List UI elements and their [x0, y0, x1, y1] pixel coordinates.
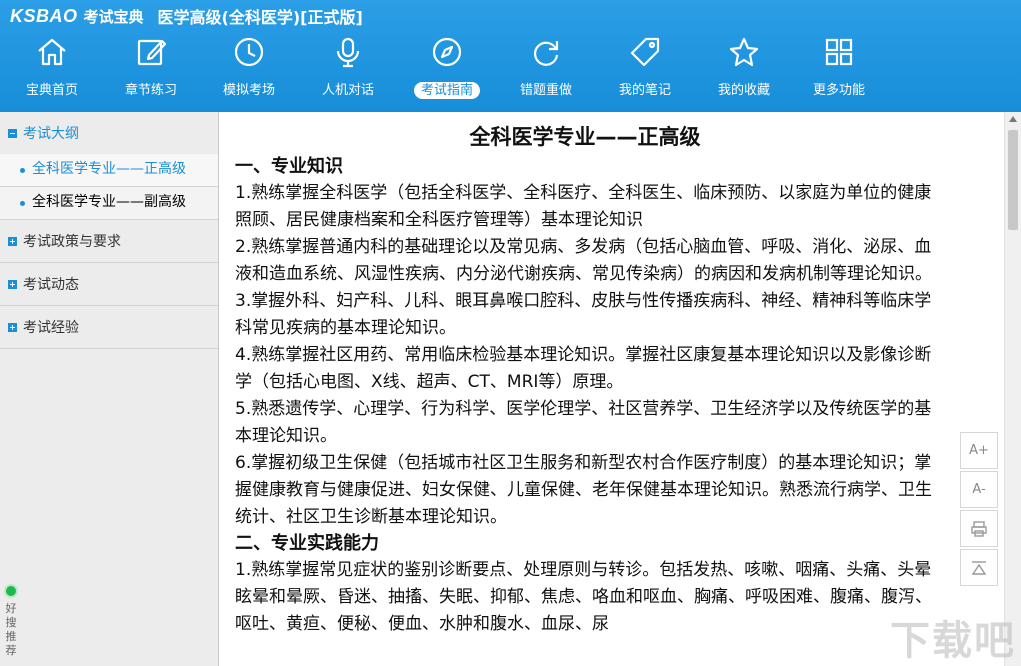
scroll-thumb[interactable] — [1008, 130, 1018, 230]
sidebar-section-outline[interactable]: 考试大纲 — [0, 112, 218, 154]
microphone-icon — [332, 36, 364, 70]
font-decrease-button[interactable]: A- — [960, 471, 998, 508]
sidebar-item-label: 全科医学专业——正高级 — [32, 161, 186, 177]
sidebar-section-news[interactable]: 考试动态 — [0, 263, 218, 306]
font-increase-button[interactable]: A+ — [960, 432, 998, 469]
home-icon — [36, 36, 68, 70]
sidebar-section-label: 考试大纲 — [23, 126, 79, 142]
grid-icon — [823, 36, 855, 70]
reader-tools: A+ A- — [960, 432, 998, 588]
sidebar-section-label: 考试动态 — [23, 277, 79, 293]
paragraph: 3.掌握外科、妇产科、儿科、眼耳鼻喉口腔科、皮肤与性传播疾病科、神经、精神科等临… — [235, 291, 932, 338]
scroll-up-icon[interactable] — [1009, 116, 1017, 122]
to-top-icon — [971, 560, 987, 575]
nav-label: 考试指南 — [397, 82, 497, 100]
star-icon — [728, 36, 760, 70]
nav-label: 我的收藏 — [717, 83, 770, 98]
haosou-recommend-badge[interactable]: 好搜推荐 — [2, 578, 20, 666]
article: 全科医学专业——正高级 一、专业知识 1.熟练掌握全科医学（包括全科医学、全科医… — [235, 122, 935, 638]
status-dot-icon — [4, 584, 18, 598]
compass-icon — [431, 36, 463, 70]
nav-label: 更多功能 — [812, 83, 865, 98]
nav-mock-exam[interactable]: 模拟考场 — [199, 32, 299, 106]
nav-home[interactable]: 宝典首页 — [2, 32, 102, 106]
nav-label: 模拟考场 — [222, 83, 275, 98]
edit-icon — [135, 36, 167, 70]
watermark-logo: 下载吧 — [890, 618, 1016, 664]
paragraph: 4.熟练掌握社区用药、常用临床检验基本理论知识。掌握社区康复基本理论知识以及影像… — [235, 345, 932, 392]
title-bar: KSBAO 考试宝典 医学高级(全科医学)[正式版] — [10, 4, 363, 28]
nav-label: 章节练习 — [124, 83, 177, 98]
clock-icon — [233, 36, 265, 70]
expand-icon — [8, 279, 17, 289]
sidebar-item-senior-full[interactable]: 全科医学专业——正高级 — [0, 154, 218, 187]
sidebar-section-label: 考试经验 — [23, 320, 79, 336]
expand-icon — [8, 322, 17, 332]
sidebar-section-experience[interactable]: 考试经验 — [0, 306, 218, 349]
sidebar-item-label: 全科医学专业——副高级 — [32, 194, 186, 210]
sidebar: 考试大纲 全科医学专业——正高级 全科医学专业——副高级 考试政策与要求 考试动… — [0, 112, 219, 666]
printer-icon — [971, 520, 987, 537]
paragraph: 1.熟练掌握常见症状的鉴别诊断要点、处理原则与转诊。包括发热、咳嗽、咽痛、头痛、… — [235, 560, 932, 634]
paragraph: 5.熟悉遗传学、心理学、行为科学、医学伦理学、社区营养学、卫生经济学以及传统医学… — [235, 399, 932, 446]
logo-chinese: 考试宝典 — [83, 7, 144, 26]
nav-label: 宝典首页 — [25, 83, 78, 98]
sidebar-section-policy[interactable]: 考试政策与要求 — [0, 220, 218, 263]
paragraph: 6.掌握初级卫生保健（包括城市社区卫生服务和新型农村合作医疗制度）的基本理论知识… — [235, 453, 932, 527]
nav-wrong-redo[interactable]: 错题重做 — [496, 32, 596, 106]
bullet-icon — [20, 201, 25, 206]
expand-icon — [8, 236, 17, 246]
paragraph: 1.熟练掌握全科医学（包括全科医学、全科医疗、全科医生、临床预防、以家庭为单位的… — [235, 183, 932, 230]
refresh-icon — [530, 36, 562, 70]
app-header: KSBAO 考试宝典 医学高级(全科医学)[正式版] 宝典首页 章节练习 模拟考… — [0, 0, 1021, 112]
nav-dialogue[interactable]: 人机对话 — [298, 32, 398, 106]
sidebar-item-senior-associate[interactable]: 全科医学专业——副高级 — [0, 187, 218, 220]
back-to-top-button[interactable] — [960, 549, 998, 586]
nav-label: 我的笔记 — [618, 83, 671, 98]
section-heading: 一、专业知识 — [235, 156, 343, 177]
tag-icon — [629, 36, 661, 70]
nav-label: 错题重做 — [519, 83, 572, 98]
main-nav: 宝典首页 章节练习 模拟考场 人机对话 考试指南 错题重做 我的笔记 我的收藏 … — [0, 32, 1021, 106]
article-title: 全科医学专业——正高级 — [469, 125, 701, 149]
nav-my-notes[interactable]: 我的笔记 — [595, 32, 695, 106]
content-pane: 全科医学专业——正高级 一、专业知识 1.熟练掌握全科医学（包括全科医学、全科医… — [219, 112, 1004, 666]
section-heading: 二、专业实践能力 — [235, 533, 379, 554]
app-title: 医学高级(全科医学)[正式版] — [157, 8, 363, 27]
nav-label: 人机对话 — [321, 83, 374, 98]
nav-chapter-practice[interactable]: 章节练习 — [101, 32, 201, 106]
nav-more-functions[interactable]: 更多功能 — [789, 32, 889, 106]
bullet-icon — [20, 168, 25, 173]
ksbao-logo: KSBAO — [10, 5, 78, 26]
nav-my-favorites[interactable]: 我的收藏 — [694, 32, 794, 106]
badge-text: 好搜推荐 — [5, 602, 17, 657]
print-button[interactable] — [960, 510, 998, 547]
nav-exam-guide[interactable]: 考试指南 — [397, 32, 497, 106]
vertical-scrollbar[interactable] — [1004, 112, 1021, 666]
collapse-icon — [8, 128, 17, 138]
paragraph: 2.熟练掌握普通内科的基础理论以及常见病、多发病（包括心脑血管、呼吸、消化、泌尿… — [235, 237, 932, 284]
sidebar-section-label: 考试政策与要求 — [23, 234, 121, 250]
